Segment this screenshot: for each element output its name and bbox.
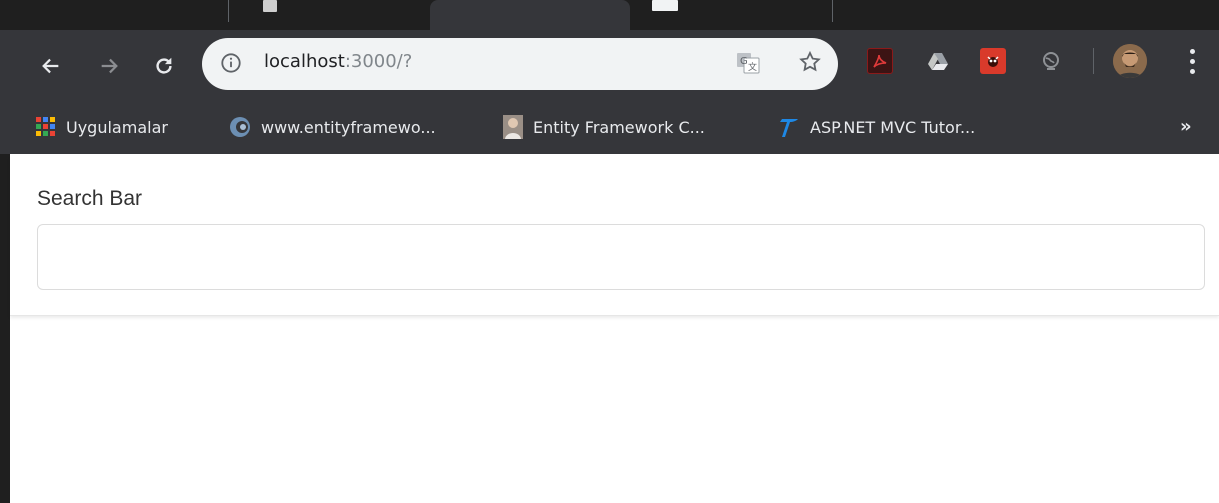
drive-icon[interactable] [925,48,951,74]
reload-button[interactable] [150,52,178,80]
address-path: :3000/? [344,51,413,72]
bookmarks-bar: Uygulamalar www.entityframewo... Entity … [0,100,1219,154]
browser-menu-icon[interactable] [1184,46,1200,76]
svg-text:G: G [740,56,748,67]
entityframework-icon [230,117,250,137]
tab-separator [832,0,833,22]
profile-avatar[interactable] [1113,44,1147,78]
bookmark-label: ASP.NET MVC Tutor... [810,117,976,137]
search-bar-label: Search Bar [37,187,143,210]
forward-arrow-icon [101,58,118,74]
translate-icon[interactable]: G文 [736,52,760,74]
tab-active[interactable] [430,0,630,30]
bookmark-label: www.entityframewo... [261,117,436,137]
address-host: localhost [264,51,345,72]
browser-window: localhost:3000/? G文 Uygulamalar www.enti… [0,0,1219,503]
address-bar[interactable]: localhost:3000/? G文 [202,38,838,90]
forward-button[interactable] [95,52,123,80]
tab-favicon-icon [263,0,277,12]
reload-icon [156,57,172,74]
person-photo-icon [503,115,523,139]
bookmark-ef-core[interactable]: Entity Framework C... [503,115,705,139]
bookmark-entityframework[interactable]: www.entityframewo... [229,116,436,138]
bookmarks-overflow-button[interactable]: » [1180,116,1192,137]
svg-text:文: 文 [748,61,757,73]
bookmark-apps[interactable]: Uygulamalar [36,116,168,138]
bookmark-label: Entity Framework C... [533,117,705,137]
tab-strip [0,0,1219,30]
toolbar-separator [1093,48,1094,74]
bookmark-star-icon[interactable] [798,50,822,74]
earth-extension-icon[interactable] [1038,48,1064,74]
tab-separator [228,0,229,22]
info-icon[interactable] [220,52,242,74]
search-input[interactable] [37,224,1205,290]
tab-favicon-icon [652,0,678,11]
address-text[interactable]: localhost:3000/? [264,51,412,72]
bug-extension-icon[interactable] [980,48,1006,74]
acrobat-icon[interactable] [867,48,893,74]
tutorialsteacher-icon [780,119,798,137]
bookmark-label: Uygulamalar [66,117,168,137]
back-button[interactable] [37,52,65,80]
back-arrow-icon [42,58,59,74]
bookmark-aspnet-mvc[interactable]: ASP.NET MVC Tutor... [778,116,975,138]
apps-grid-icon [36,117,55,136]
